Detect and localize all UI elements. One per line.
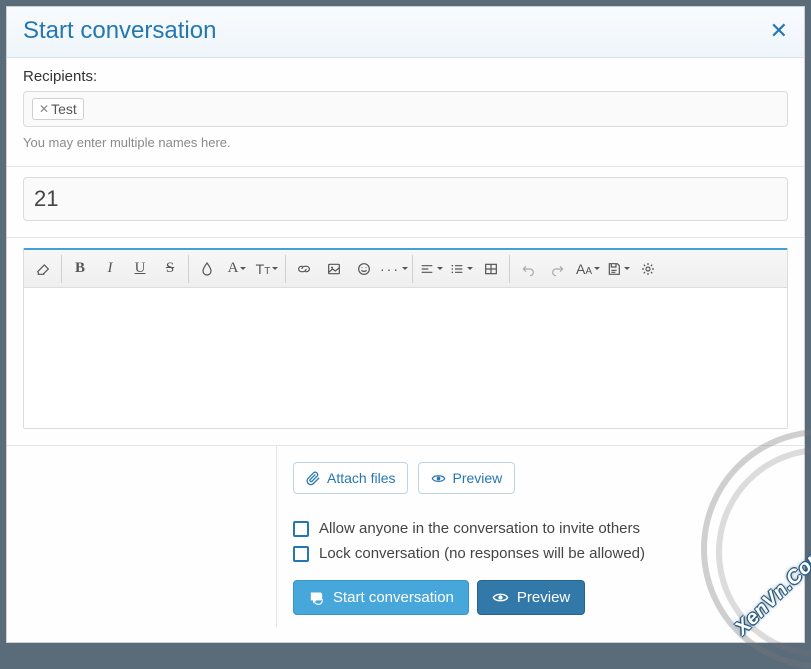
bold-icon[interactable]: B	[65, 254, 95, 284]
underline-icon[interactable]: U	[125, 254, 155, 284]
more-icon[interactable]: ···	[379, 254, 409, 284]
emoji-icon[interactable]	[349, 254, 379, 284]
save-draft-icon[interactable]	[603, 254, 633, 284]
ink-icon[interactable]	[192, 254, 222, 284]
footer-content: Attach files Preview Allow anyone in the…	[277, 446, 804, 627]
gear-icon[interactable]	[633, 254, 663, 284]
title-input[interactable]	[23, 177, 788, 221]
allow-invite-row[interactable]: Allow anyone in the conversation to invi…	[293, 520, 788, 537]
table-icon[interactable]	[476, 254, 506, 284]
modal-title: Start conversation	[23, 17, 216, 45]
toolbar-separator	[285, 255, 286, 283]
editor-textarea[interactable]	[24, 288, 787, 428]
lock-conversation-label: Lock conversation (no responses will be …	[319, 545, 645, 562]
editor-section: B I U S A TT ··· AA	[7, 238, 804, 446]
text-style-icon[interactable]: AA	[573, 254, 603, 284]
action-bar: Start conversation Preview	[293, 580, 788, 615]
attachment-row: Attach files Preview	[293, 462, 788, 494]
align-icon[interactable]	[416, 254, 446, 284]
footer: Attach files Preview Allow anyone in the…	[7, 446, 804, 627]
start-conversation-modal: Start conversation ✕ Recipients: ✕ Test …	[6, 6, 805, 643]
preview-button[interactable]: Preview	[477, 580, 585, 615]
recipients-hint: You may enter multiple names here.	[23, 135, 788, 150]
eye-icon	[492, 589, 509, 606]
recipients-section: Recipients: ✕ Test You may enter multipl…	[7, 58, 804, 167]
font-size-icon[interactable]: TT	[252, 254, 282, 284]
editor: B I U S A TT ··· AA	[23, 248, 788, 429]
preview-label-small: Preview	[452, 470, 502, 486]
toolbar-separator	[188, 255, 189, 283]
lock-conversation-checkbox[interactable]	[293, 546, 309, 562]
eraser-icon[interactable]	[28, 254, 58, 284]
preview-label: Preview	[517, 589, 570, 606]
italic-icon[interactable]: I	[95, 254, 125, 284]
toolbar-separator	[509, 255, 510, 283]
recipient-token[interactable]: ✕ Test	[32, 98, 84, 120]
eye-icon	[431, 471, 446, 486]
allow-invite-checkbox[interactable]	[293, 521, 309, 537]
lock-conversation-row[interactable]: Lock conversation (no responses will be …	[293, 545, 788, 562]
strikethrough-icon[interactable]: S	[155, 254, 185, 284]
recipients-input[interactable]: ✕ Test	[23, 91, 788, 127]
footer-spacer	[7, 446, 277, 627]
chat-icon	[308, 589, 325, 606]
recipients-label: Recipients:	[23, 68, 788, 85]
undo-icon[interactable]	[513, 254, 543, 284]
modal-header: Start conversation ✕	[7, 7, 804, 58]
font-family-icon[interactable]: A	[222, 254, 252, 284]
toolbar-separator	[412, 255, 413, 283]
allow-invite-label: Allow anyone in the conversation to invi…	[319, 520, 640, 537]
attach-files-button[interactable]: Attach files	[293, 462, 408, 494]
title-section	[7, 167, 804, 238]
list-icon[interactable]	[446, 254, 476, 284]
close-icon[interactable]: ✕	[770, 18, 788, 44]
remove-token-icon[interactable]: ✕	[39, 102, 49, 116]
start-conversation-label: Start conversation	[333, 589, 454, 606]
toolbar-separator	[61, 255, 62, 283]
image-icon[interactable]	[319, 254, 349, 284]
recipient-token-label: Test	[51, 101, 77, 117]
editor-toolbar: B I U S A TT ··· AA	[24, 250, 787, 288]
paperclip-icon	[306, 471, 321, 486]
attach-files-label: Attach files	[327, 470, 395, 486]
redo-icon[interactable]	[543, 254, 573, 284]
link-icon[interactable]	[289, 254, 319, 284]
start-conversation-button[interactable]: Start conversation	[293, 580, 469, 615]
preview-button-small[interactable]: Preview	[418, 462, 515, 494]
